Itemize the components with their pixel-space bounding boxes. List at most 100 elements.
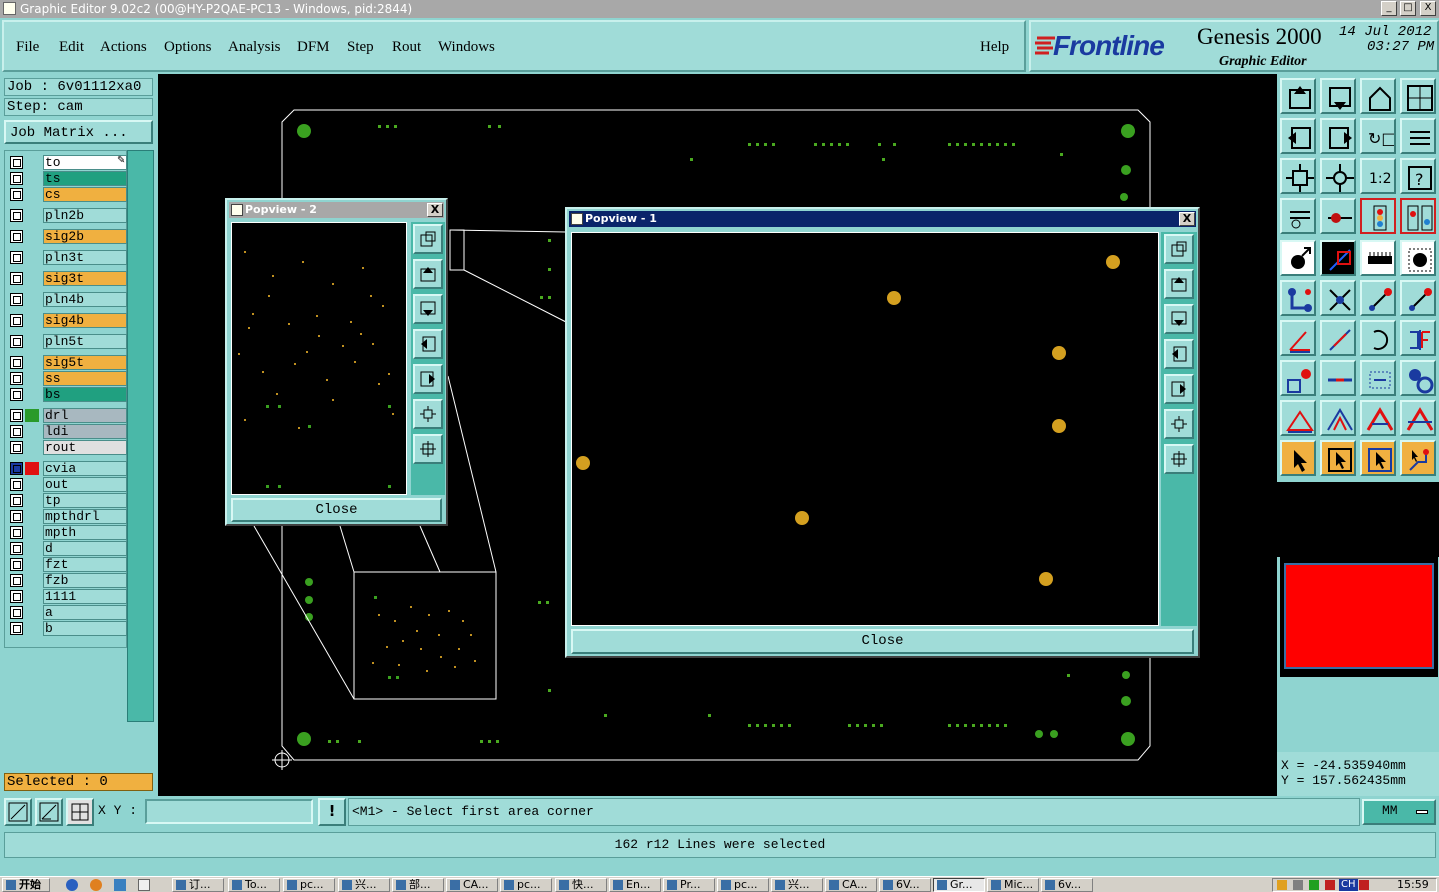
layer-pln5t[interactable]: pln5t xyxy=(8,334,127,349)
layer-stack-icon[interactable] xyxy=(1360,198,1396,234)
split-view-icon[interactable] xyxy=(1400,78,1436,114)
layer-name[interactable]: pln4b xyxy=(43,292,127,307)
layer-mpthdrl[interactable]: mpthdrl xyxy=(8,509,127,524)
layer-checkbox[interactable] xyxy=(10,293,23,306)
popview-2-close-button[interactable]: Close xyxy=(231,498,442,522)
select-connected-icon[interactable] xyxy=(1400,440,1436,476)
layer-compare-icon[interactable] xyxy=(1400,198,1436,234)
snap-icon[interactable] xyxy=(1400,118,1436,154)
view-top-icon[interactable] xyxy=(1280,78,1316,114)
desktop-icon[interactable] xyxy=(114,879,126,891)
xy-input[interactable] xyxy=(145,799,313,824)
layer-sig3t[interactable]: sig3t xyxy=(8,271,127,286)
home-icon[interactable] xyxy=(1360,78,1396,114)
view-right-icon[interactable] xyxy=(1320,118,1356,154)
layer-sig5t[interactable]: sig5t xyxy=(8,355,127,370)
taskbar-item[interactable]: Pr... xyxy=(663,878,715,892)
close-window-button[interactable]: X xyxy=(1420,1,1436,16)
layer-cs[interactable]: cs xyxy=(8,187,127,202)
layer-pln4b[interactable]: pln4b xyxy=(8,292,127,307)
popview-2-zoom-out-button[interactable] xyxy=(413,399,443,429)
layer-checkbox[interactable] xyxy=(10,156,23,169)
layer-checkbox[interactable] xyxy=(10,251,23,264)
menu-windows[interactable]: Windows xyxy=(438,39,495,56)
layer-pln2b[interactable]: pln2b xyxy=(8,208,127,223)
tray-icon[interactable] xyxy=(1309,880,1319,890)
align-icon[interactable] xyxy=(1360,360,1396,396)
menu-options[interactable]: Options xyxy=(164,39,212,56)
layer-name[interactable]: pln2b xyxy=(43,208,127,223)
contour-icon[interactable] xyxy=(1360,400,1396,436)
layer-fzt[interactable]: fzt xyxy=(8,557,127,572)
popview-2-canvas[interactable] xyxy=(231,222,407,495)
layer-name[interactable]: d xyxy=(43,541,127,556)
select-net-icon[interactable] xyxy=(1360,440,1396,476)
taskbar-item[interactable]: 订... xyxy=(172,878,224,892)
layer-cvia[interactable]: cvia xyxy=(8,461,127,476)
job-matrix-button[interactable]: Job Matrix ... xyxy=(4,120,153,144)
popview-2-close-x[interactable]: X xyxy=(427,203,443,217)
add-line-icon[interactable] xyxy=(1320,240,1356,276)
layer-tp[interactable]: tp xyxy=(8,493,127,508)
layer-checkbox[interactable] xyxy=(10,526,23,539)
layer-name[interactable]: ss xyxy=(43,371,127,386)
slope-icon[interactable] xyxy=(1320,320,1356,356)
layer-name[interactable]: bs xyxy=(43,387,127,402)
triangle-blue-icon[interactable] xyxy=(1320,400,1356,436)
popview-1-titlebar[interactable]: Popview - 1 xyxy=(569,211,1196,227)
layer-name[interactable]: cvia xyxy=(43,461,127,476)
layer-name[interactable]: fzt xyxy=(43,557,127,572)
menu-edit[interactable]: Edit xyxy=(59,39,84,56)
copy-icon[interactable] xyxy=(1400,280,1436,316)
layer-sig4b[interactable]: sig4b xyxy=(8,313,127,328)
menu-actions[interactable]: Actions xyxy=(100,39,147,56)
notepad-icon[interactable] xyxy=(138,879,150,891)
snap-grid-icon[interactable] xyxy=(4,798,32,826)
taskbar-item[interactable]: 兴... xyxy=(338,878,390,892)
layer-mpth[interactable]: mpth xyxy=(8,525,127,540)
layer-rout[interactable]: rout xyxy=(8,440,127,455)
layer-name[interactable]: mpthdrl xyxy=(43,509,127,524)
popview-2-zoom-home-button[interactable] xyxy=(413,224,443,254)
popview-1-pan-up-button[interactable] xyxy=(1164,269,1194,299)
layer-to[interactable]: to ✎ xyxy=(8,155,127,170)
taskbar-item[interactable]: 6V... xyxy=(879,878,931,892)
taskbar-item[interactable]: pc... xyxy=(500,878,552,892)
contour-fill-icon[interactable] xyxy=(1400,400,1436,436)
view-bottom-icon[interactable] xyxy=(1320,78,1356,114)
angle-icon[interactable] xyxy=(1280,320,1316,356)
zoom-fit-icon[interactable] xyxy=(1280,158,1316,194)
select-pointer-icon[interactable] xyxy=(1280,440,1316,476)
taskbar-item[interactable]: To... xyxy=(228,878,280,892)
resize-icon[interactable] xyxy=(1280,360,1316,396)
popview-1-zoom-in-button[interactable] xyxy=(1164,444,1194,474)
layer-ts[interactable]: ts xyxy=(8,171,127,186)
layer-d[interactable]: d xyxy=(8,541,127,556)
layer-name[interactable]: 1111 xyxy=(43,589,127,604)
layer-name[interactable]: ldi xyxy=(43,424,127,439)
layer-name[interactable]: sig4b xyxy=(43,313,127,328)
overview-minimap[interactable] xyxy=(1280,557,1438,677)
layer-checkbox[interactable] xyxy=(10,209,23,222)
taskbar-item[interactable]: 6v... xyxy=(1041,878,1093,892)
layer-name[interactable]: a xyxy=(43,605,127,620)
layer-name[interactable]: to xyxy=(43,155,127,170)
cross-icon[interactable] xyxy=(1320,280,1356,316)
layer-name[interactable]: sig3t xyxy=(43,271,127,286)
tray-icon[interactable] xyxy=(1293,880,1303,890)
layer-ldi[interactable]: ldi xyxy=(8,424,127,439)
layer-name[interactable]: pln3t xyxy=(43,250,127,265)
layer-name[interactable]: sig2b xyxy=(43,229,127,244)
units-select[interactable]: MM xyxy=(1362,799,1436,825)
move-icon[interactable] xyxy=(1360,280,1396,316)
layer-name[interactable]: ts xyxy=(43,171,127,186)
layer-checkbox[interactable] xyxy=(10,388,23,401)
layer-checkbox[interactable] xyxy=(10,272,23,285)
popview-1-zoom-out-button[interactable] xyxy=(1164,409,1194,439)
select-box-icon[interactable] xyxy=(1320,440,1356,476)
layer-name[interactable]: drl xyxy=(43,408,127,423)
taskbar-item[interactable]: pc... xyxy=(283,878,335,892)
layer-checkbox[interactable] xyxy=(10,172,23,185)
menu-step[interactable]: Step xyxy=(347,39,374,56)
layer-checkbox[interactable] xyxy=(10,335,23,348)
